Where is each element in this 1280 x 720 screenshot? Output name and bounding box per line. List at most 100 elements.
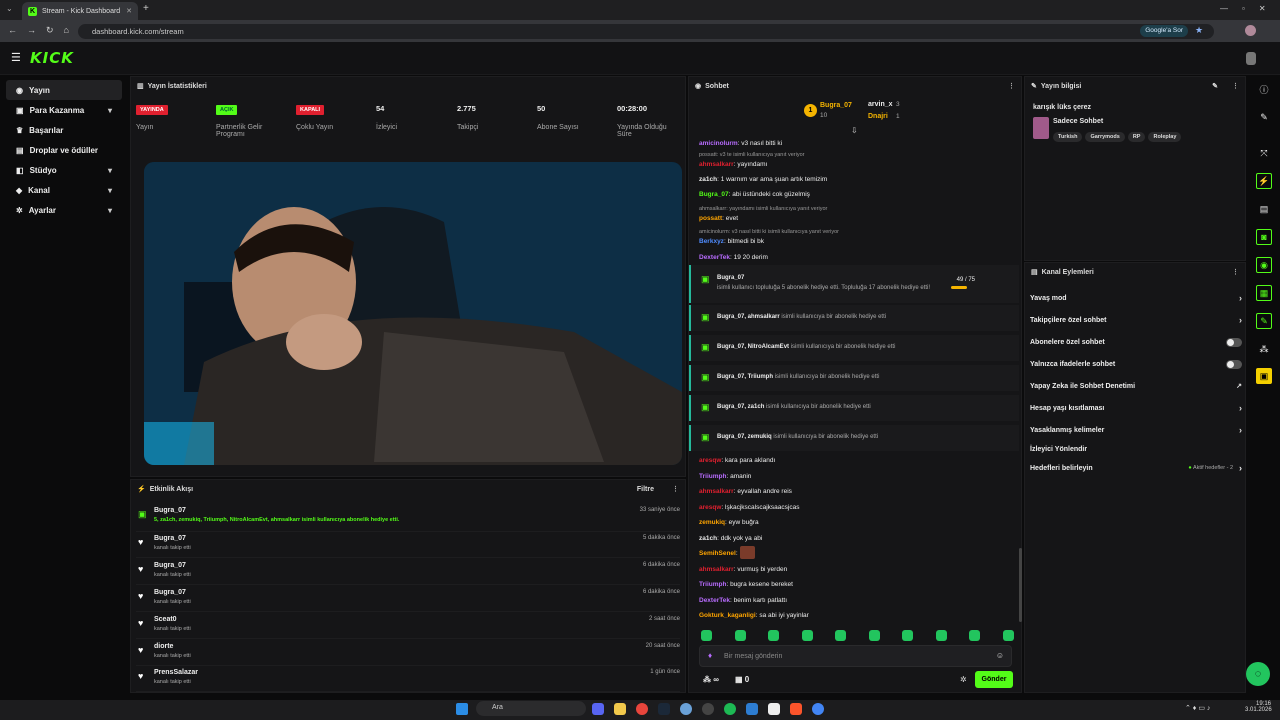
chat-message[interactable]: aresqw: lşkacjkscalscajksaacsjcas: [699, 504, 799, 511]
sidebar-item-studyo[interactable]: ◧ Stüdyo ▾: [6, 160, 122, 180]
action-subs-only[interactable]: Abonelere özel sohbet: [1030, 335, 1242, 349]
points-display[interactable]: ⁂ ∞: [703, 675, 719, 684]
chat-username[interactable]: DexterTek: [699, 254, 730, 261]
info-icon[interactable]: ⓘ: [1256, 81, 1272, 97]
action-goals[interactable]: Hedefleri belirleyin ● Aktif hedefler - 2…: [1030, 461, 1242, 475]
profile-avatar[interactable]: [1245, 25, 1256, 36]
wrench-toggle-icon[interactable]: ✎: [1256, 313, 1272, 329]
more-icon[interactable]: ⋮: [672, 485, 679, 493]
tag[interactable]: Garrymods: [1085, 132, 1125, 142]
chat-message[interactable]: Bugra_07: abi üstündeki cok güzelmiş: [699, 191, 810, 198]
chat-username[interactable]: Gokturk_kaganligi: [699, 612, 756, 619]
chat-scrollbar[interactable]: [1019, 548, 1022, 622]
app-icon[interactable]: [680, 703, 692, 715]
chat-username[interactable]: zemukiq: [699, 519, 725, 526]
action-followers-only[interactable]: Takipçilere özel sohbet ›: [1030, 313, 1242, 327]
new-tab-icon[interactable]: +: [143, 3, 149, 14]
emoji-icon[interactable]: ☺: [996, 651, 1004, 660]
chat-message[interactable]: Triiumph: bugra kesene bereket: [699, 581, 793, 588]
steam-icon[interactable]: [658, 703, 670, 715]
sidebar-item-para-kazanma[interactable]: ▣ Para Kazanma ▾: [6, 100, 122, 120]
layout-toggle-icon[interactable]: ▦: [1256, 285, 1272, 301]
top-gifter-name[interactable]: Bugra_07: [820, 102, 852, 109]
video-preview[interactable]: [144, 162, 682, 465]
edit-icon[interactable]: ✎: [1212, 82, 1218, 90]
chat-username[interactable]: aresqw: [699, 504, 721, 511]
sidebar-item-kanal[interactable]: ◆ Kanal ▾: [6, 180, 122, 200]
sidebar-item-ayarlar[interactable]: ✲ Ayarlar ▾: [6, 200, 122, 220]
chat-username[interactable]: ahmsalkarr: [699, 161, 734, 168]
emote-button[interactable]: [768, 630, 779, 641]
sidebar-item-basarilar[interactable]: ♛ Başarılar: [6, 120, 122, 140]
category-name[interactable]: Sadece Sohbet: [1053, 118, 1103, 125]
emote-button[interactable]: [701, 630, 712, 641]
broadcast-toggle-icon[interactable]: ◉: [1256, 257, 1272, 273]
action-banned-words[interactable]: Yasaklanmış kelimeler ›: [1030, 423, 1242, 437]
emote-button[interactable]: [902, 630, 913, 641]
browser-tab[interactable]: K Stream - Kick Dashboard ✕: [22, 2, 138, 20]
chat-message[interactable]: DexterTek: 19 20 derim: [699, 254, 768, 261]
send-button[interactable]: Gönder: [975, 671, 1013, 688]
gifter-name[interactable]: arvin_x: [868, 101, 893, 108]
chat-username[interactable]: Triiumph: [699, 473, 726, 480]
toggle-switch[interactable]: [1226, 337, 1242, 347]
chat-toggle-icon[interactable]: ◙: [1256, 229, 1272, 245]
action-account-age[interactable]: Hesap yaşı kısıtlaması ›: [1030, 401, 1242, 415]
emote-button[interactable]: [935, 630, 947, 641]
chat-input[interactable]: ♦ Bir mesaj gönderin ☺: [699, 645, 1012, 667]
gifter-name[interactable]: Dnajri: [868, 113, 888, 120]
window-controls[interactable]: —▫✕: [1220, 4, 1280, 13]
expand-icon[interactable]: ⤧: [1256, 145, 1272, 161]
folder-icon[interactable]: [614, 703, 626, 715]
chat-message[interactable]: za1ch: ddk yok ya abi: [699, 535, 762, 542]
chat-message[interactable]: aresqw: kara para aklandı: [699, 457, 775, 464]
chat-username[interactable]: Bugra_07: [699, 191, 729, 198]
taskbar-search[interactable]: Ara: [476, 701, 586, 716]
action-slow-mode[interactable]: Yavaş mod ›: [1030, 291, 1242, 305]
chat-username[interactable]: amicinolurm: [699, 140, 738, 147]
tag[interactable]: RP: [1127, 132, 1146, 142]
chat-message[interactable]: ahmsalkarr: yayındamı: [699, 161, 767, 168]
github-icon[interactable]: [702, 703, 714, 715]
windows-start-icon[interactable]: [456, 703, 468, 715]
document-icon[interactable]: ▤: [1256, 201, 1272, 217]
user-avatar[interactable]: [1246, 52, 1256, 65]
discord-icon[interactable]: [592, 703, 604, 715]
support-chat-button[interactable]: ◌: [1246, 662, 1270, 686]
action-raid[interactable]: İzleyici Yönlendir: [1030, 442, 1242, 456]
chrome-icon[interactable]: [636, 703, 648, 715]
notion-icon[interactable]: [768, 703, 780, 715]
tag[interactable]: Roleplay: [1148, 132, 1182, 142]
chat-username[interactable]: DexterTek: [699, 597, 730, 604]
chat-username[interactable]: Berkxyz: [699, 238, 724, 245]
url-bar[interactable]: dashboard.kick.com/stream: [78, 24, 1214, 39]
sidebar-item-droplar[interactable]: ▤ Droplar ve ödüller: [6, 140, 122, 160]
nav-buttons[interactable]: ←→↻⌂: [8, 25, 79, 36]
chat-message[interactable]: Triiumph: amanin: [699, 473, 751, 480]
chat-message[interactable]: SemihSenel:: [699, 550, 738, 557]
chat-message[interactable]: DexterTek: benim kartı patlattı: [699, 597, 787, 604]
chat-username[interactable]: ahmsalkarr: [699, 488, 734, 495]
box-display[interactable]: ▦ 0: [735, 675, 749, 684]
chat-message[interactable]: Gokturk_kaganligi: sa abi iyi yayinlar: [699, 612, 809, 619]
emote-button[interactable]: [734, 630, 746, 641]
chat-settings-icon[interactable]: ✲: [960, 675, 967, 684]
chat-username[interactable]: possatt: [699, 215, 722, 222]
emote-button[interactable]: [801, 630, 813, 641]
chat-username[interactable]: aresqw: [699, 457, 721, 464]
action-emotes-only[interactable]: Yalnızca ifadelerle sohbet: [1030, 357, 1242, 371]
close-tab-icon[interactable]: ✕: [126, 7, 132, 15]
clock[interactable]: 19:16 3.01.2026: [1245, 701, 1272, 713]
more-icon[interactable]: ⋮: [1232, 82, 1239, 90]
google-ask-button[interactable]: Google'a Sor: [1140, 25, 1188, 37]
emote-button[interactable]: [835, 630, 846, 641]
kick-logo[interactable]: KICK: [30, 49, 74, 67]
chat-message[interactable]: ahmsalkarr: eyvallah andre reis: [699, 488, 792, 495]
action-ai-moderation[interactable]: Yapay Zeka ile Sohbet Denetimi ↗: [1030, 379, 1242, 393]
nodes-icon[interactable]: ⁂: [1256, 341, 1272, 357]
more-icon[interactable]: ⋮: [1232, 268, 1239, 276]
chat-message[interactable]: Berkxyz: bitmedi bi bk: [699, 238, 764, 245]
pencil-icon[interactable]: ✎: [1256, 109, 1272, 125]
chat-message[interactable]: amicinolurm: v3 nasıl bitti ki: [699, 140, 782, 147]
chat-username[interactable]: Triiumph: [699, 581, 726, 588]
